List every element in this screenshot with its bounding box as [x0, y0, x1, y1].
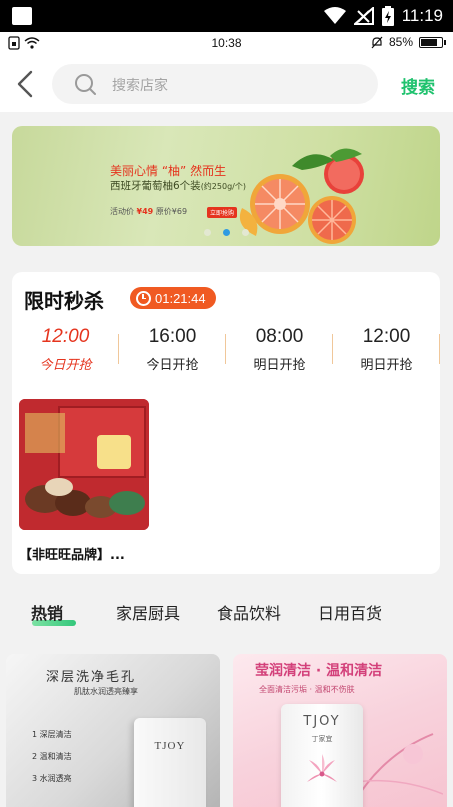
- tab-daily-goods[interactable]: 日用百货: [318, 600, 382, 624]
- tab-hot[interactable]: 热销: [31, 600, 63, 624]
- time-slot[interactable]: 08:00 明日开抢: [226, 326, 333, 373]
- banner-product: 西班牙葡萄柚6个装: [110, 180, 201, 192]
- banner-price: ¥49: [136, 207, 154, 216]
- slot-label: 明日开抢: [360, 358, 413, 373]
- slot-label: 今日开抢: [39, 358, 92, 373]
- banner-price-row: 活动价 ¥49 原价¥69: [110, 206, 187, 217]
- pagination-dot[interactable]: [222, 229, 230, 236]
- battery-percent: 85%: [388, 35, 413, 49]
- product-brand: TJOY: [154, 740, 186, 752]
- banner-headline: 美丽心情 “柚” 然而生: [110, 164, 227, 178]
- product-subtitle: 肌肽水润透亮臻享: [74, 687, 138, 696]
- battery-fill: [421, 38, 438, 46]
- slot-label: 明日开抢: [253, 358, 306, 373]
- product-subtitle: 全面清洁污垢 · 温和不伤肤: [259, 685, 355, 694]
- battery-icon: [419, 36, 446, 48]
- cleanser-tube-image: TJOY 丁家宜: [281, 704, 363, 807]
- search-placeholder: 搜索店家: [112, 78, 168, 94]
- system-status-bar: 11:19: [0, 0, 453, 32]
- signal-icon: [353, 7, 374, 25]
- category-tabs: 热销 家居厨具 食品饮料 日用百货: [0, 596, 453, 630]
- slot-time: 08:00: [255, 326, 304, 347]
- product-point: 2 温和清洁: [32, 752, 72, 761]
- mute-bell-icon: [371, 36, 383, 48]
- flash-product-name[interactable]: 【非旺旺品牌】...: [19, 544, 125, 563]
- banner-pagination: [12, 229, 440, 236]
- search-header: 搜索店家 搜索: [0, 56, 453, 112]
- product-title: 莹润清洁 · 温和清洁: [255, 663, 383, 679]
- search-button[interactable]: 搜索: [401, 73, 435, 98]
- pagination-dot[interactable]: [203, 229, 211, 236]
- search-icon: [75, 74, 96, 95]
- lily-icon: [307, 754, 337, 782]
- slot-time: 16:00: [148, 326, 197, 347]
- battery-charging-icon: [381, 6, 394, 26]
- flash-sale-card: 限时秒杀 01:21:44 12:00 今日开抢 16:00 今日开抢 08:0…: [12, 272, 440, 574]
- countdown-value: 01:21:44: [155, 290, 206, 306]
- flash-product-image[interactable]: [19, 399, 149, 530]
- product-title: 深层洗净毛孔: [46, 670, 137, 685]
- inner-status-bar: 10:38 85%: [0, 32, 453, 56]
- product-brand: TJOY: [303, 714, 341, 729]
- cleanser-tube-image: TJOY: [134, 718, 206, 807]
- time-slot[interactable]: 12:00 明日开抢: [333, 326, 440, 373]
- slot-time: 12:00: [362, 326, 411, 347]
- promo-banner[interactable]: 美丽心情 “柚” 然而生 西班牙葡萄柚6个装(约250g/个) 活动价 ¥49 …: [12, 126, 440, 246]
- pagination-dot[interactable]: [241, 229, 249, 236]
- alarm-clock-icon: [136, 290, 151, 306]
- countdown-timer: 01:21:44: [130, 287, 216, 309]
- wifi-icon: [323, 7, 346, 24]
- system-clock: 11:19: [401, 6, 443, 25]
- tab-home-kitchen[interactable]: 家居厨具: [116, 600, 180, 624]
- slot-divider: [439, 334, 440, 364]
- banner-orig-price: 原价¥69: [155, 207, 188, 216]
- product-card[interactable]: 莹润清洁 · 温和清洁 全面清洁污垢 · 温和不伤肤 TJOY 丁家宜: [233, 654, 447, 807]
- product-points: 1 深层清洁 2 温和清洁 3 水润透亮: [32, 724, 72, 790]
- banner-price-label: 活动价: [110, 207, 134, 216]
- back-arrow-icon[interactable]: [14, 70, 38, 98]
- slot-label: 今日开抢: [146, 358, 199, 373]
- tab-food-drink[interactable]: 食品饮料: [217, 600, 281, 624]
- product-point: 3 水润透亮: [32, 774, 72, 783]
- product-point: 1 深层清洁: [32, 730, 72, 739]
- product-brand-sub: 丁家宜: [311, 735, 333, 743]
- banner-subline: 西班牙葡萄柚6个装(约250g/个): [110, 178, 246, 193]
- search-input[interactable]: 搜索店家: [52, 64, 378, 104]
- time-slots: 12:00 今日开抢 16:00 今日开抢 08:00 明日开抢 12:00 明…: [12, 326, 440, 380]
- time-slot[interactable]: 12:00 今日开抢: [12, 326, 119, 373]
- app-notification-icon: [12, 7, 32, 25]
- gift-box-image: [19, 399, 149, 530]
- time-slot[interactable]: 16:00 今日开抢: [119, 326, 226, 373]
- slot-time: 12:00: [41, 326, 90, 347]
- product-card[interactable]: 深层洗净毛孔 肌肽水润透亮臻享 1 深层清洁 2 温和清洁 3 水润透亮 TJO…: [6, 654, 220, 807]
- flash-sale-title: 限时秒杀: [24, 289, 104, 313]
